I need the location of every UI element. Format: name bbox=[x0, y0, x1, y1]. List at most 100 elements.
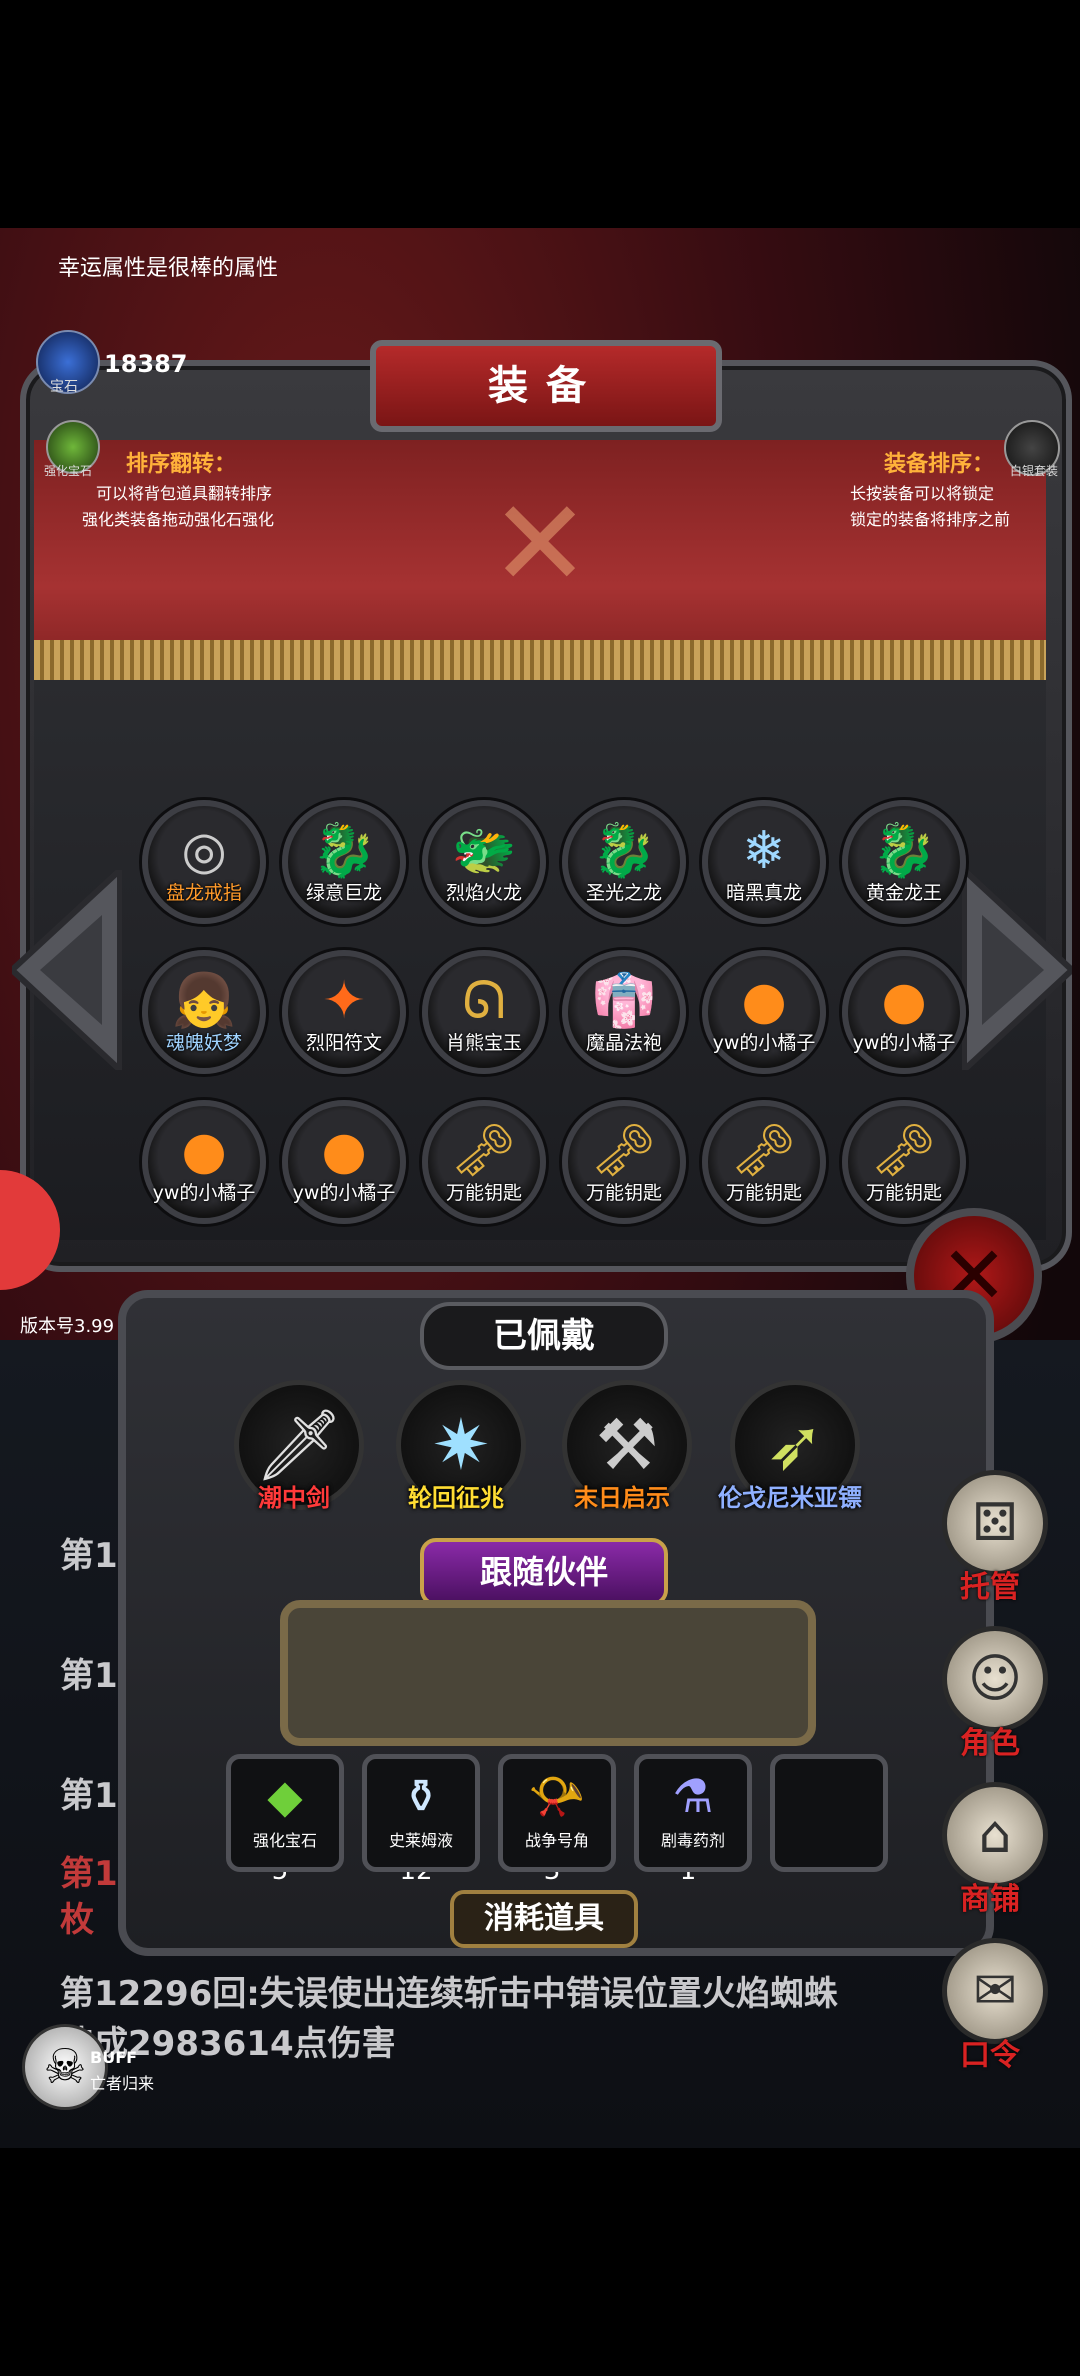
top-tip: 幸运属性是很棒的属性 bbox=[58, 256, 279, 281]
log-line-red: 枚 bbox=[60, 1900, 94, 1940]
equip-sort-hint: 长按装备可以将锁定 bbox=[850, 484, 995, 503]
inventory-item-label: yw的小橘子 bbox=[152, 1182, 256, 1204]
sort-flip-hint: 可以将背包道具翻转排序 bbox=[96, 484, 273, 503]
inventory-slot[interactable]: ✦ bbox=[282, 950, 406, 1074]
robe-icon: 👘 bbox=[591, 971, 657, 1031]
consumable-name: 剧毒药剂 bbox=[660, 1831, 725, 1850]
inventory-item-label: 万能钥匙 bbox=[865, 1182, 942, 1204]
inventory-slot[interactable]: ● bbox=[142, 1100, 266, 1224]
side-button-label[interactable]: 商铺 bbox=[942, 1874, 1038, 1918]
log-line: 第1 bbox=[60, 1536, 118, 1576]
equipped-item-label: 伦戈尼米亚镖 bbox=[718, 1484, 862, 1512]
left-icon-label: 强化宝石 bbox=[44, 464, 93, 478]
equip-sort-title[interactable]: 装备排序： bbox=[884, 446, 994, 478]
ice-dragon-icon: ❄ bbox=[742, 821, 786, 881]
ring-icon: ◎ bbox=[181, 821, 227, 881]
inventory-slot[interactable]: 🐉 bbox=[842, 800, 966, 924]
jade-necklace-icon: ᘏ bbox=[462, 971, 506, 1031]
panel-title: 装备 bbox=[370, 340, 722, 432]
inventory-slot[interactable]: 🗝 bbox=[562, 1100, 686, 1224]
inventory-item-label: yw的小橘子 bbox=[292, 1182, 396, 1204]
empty-slot[interactable] bbox=[770, 1754, 888, 1872]
shop-icon[interactable]: ⌂ bbox=[942, 1782, 1048, 1888]
orange-icon: ● bbox=[741, 971, 787, 1031]
consumables-title: 消耗道具 bbox=[450, 1890, 638, 1948]
crossed-swords-icon: ✕ bbox=[489, 475, 591, 614]
inventory-slot[interactable]: ● bbox=[702, 950, 826, 1074]
inventory-slot[interactable]: 🗝 bbox=[422, 1100, 546, 1224]
orange-icon: ● bbox=[321, 1121, 367, 1181]
inventory-slot[interactable]: ᘏ bbox=[422, 950, 546, 1074]
dice-icon[interactable]: ⚄ bbox=[942, 1470, 1048, 1576]
consumable-name: 史莱姆液 bbox=[388, 1831, 453, 1850]
inventory-item-label: 黄金龙王 bbox=[865, 882, 942, 904]
companion-slot[interactable] bbox=[280, 1600, 816, 1746]
inventory-item-label: 盘龙戒指 bbox=[165, 882, 242, 904]
consumable-name: 战争号角 bbox=[524, 1831, 589, 1850]
key-icon: 🗝 bbox=[870, 1121, 937, 1181]
currency-count: 18387 bbox=[104, 350, 188, 378]
key-icon: 🗝 bbox=[590, 1121, 657, 1181]
green-dragon-icon: 🐉 bbox=[311, 821, 377, 881]
skull-icon[interactable]: ☠ bbox=[22, 2024, 108, 2110]
consumable-slot[interactable]: ◆ 强化宝石 bbox=[226, 1754, 344, 1872]
inventory-slot[interactable]: 👘 bbox=[562, 950, 686, 1074]
inventory-item-label: 烈阳符文 bbox=[305, 1032, 382, 1054]
side-button-label[interactable]: 口令 bbox=[942, 2030, 1038, 2074]
rune-icon: ✦ bbox=[322, 971, 366, 1031]
orange-icon: ● bbox=[181, 1121, 227, 1181]
equipped-title: 已佩戴 bbox=[420, 1302, 668, 1370]
inventory-item-label: 肖熊宝玉 bbox=[445, 1032, 522, 1054]
consumable-slot[interactable]: ⚱ 史莱姆液 bbox=[362, 1754, 480, 1872]
red-dragon-icon: 🐲 bbox=[451, 821, 517, 881]
side-button-label[interactable]: 角色 bbox=[942, 1718, 1038, 1762]
golden-dragon-king-icon: 🐉 bbox=[871, 821, 937, 881]
companion-title: 跟随伙伴 bbox=[420, 1538, 668, 1606]
inventory-slot[interactable]: ● bbox=[842, 950, 966, 1074]
log-line: 第12296回:失误使出连续斩击中错误位置火焰蜘蛛 bbox=[60, 1974, 838, 2014]
inventory-slot[interactable]: ● bbox=[282, 1100, 406, 1224]
inventory-slot[interactable]: 🐲 bbox=[422, 800, 546, 924]
scroll-icon[interactable]: ✉ bbox=[942, 1938, 1048, 2044]
version-label: 版本号3.99 bbox=[20, 1316, 115, 1337]
inventory-slot[interactable]: ◎ bbox=[142, 800, 266, 924]
gold-dragon-icon: 🐉 bbox=[591, 821, 657, 881]
log-line-red: 第1 bbox=[60, 1854, 118, 1894]
inventory-item-label: yw的小橘子 bbox=[852, 1032, 956, 1054]
sort-flip-title[interactable]: 排序翻转： bbox=[126, 446, 236, 478]
potion-icon: ⚱ bbox=[401, 1769, 441, 1823]
key-icon: 🗝 bbox=[730, 1121, 797, 1181]
inventory-slot[interactable]: 🗝 bbox=[702, 1100, 826, 1224]
inventory-slot[interactable]: 🐉 bbox=[562, 800, 686, 924]
prev-page-arrow-icon[interactable] bbox=[12, 870, 122, 1070]
inventory-item-label: 魔晶法袍 bbox=[585, 1032, 662, 1054]
inventory-slot[interactable]: 🐉 bbox=[282, 800, 406, 924]
buff-label: BUFF bbox=[90, 2048, 138, 2067]
buff-sub: 亡者归来 bbox=[90, 2074, 155, 2093]
inventory-item-label: 万能钥匙 bbox=[725, 1182, 802, 1204]
inventory-item-label: 万能钥匙 bbox=[445, 1182, 522, 1204]
equip-sort-hint: 锁定的装备将排序之前 bbox=[850, 510, 1011, 529]
inventory-item-label: 圣光之龙 bbox=[585, 882, 662, 904]
spirit-girl-icon: 👧 bbox=[171, 971, 237, 1031]
inventory-item-label: 暗黑真龙 bbox=[725, 882, 802, 904]
key-icon: 🗝 bbox=[450, 1121, 517, 1181]
orange-icon: ● bbox=[881, 971, 927, 1031]
inventory-slot[interactable]: ❄ bbox=[702, 800, 826, 924]
horn-icon: 📯 bbox=[528, 1769, 586, 1823]
side-button-label[interactable]: 托管 bbox=[942, 1562, 1038, 1606]
green-gem-icon: ◆ bbox=[267, 1769, 303, 1823]
character-icon[interactable]: ☺ bbox=[942, 1626, 1048, 1732]
consumable-slot[interactable]: ⚗ 剧毒药剂 bbox=[634, 1754, 752, 1872]
sort-flip-hint: 强化类装备拖动强化石强化 bbox=[82, 510, 275, 529]
consumable-name: 强化宝石 bbox=[252, 1831, 317, 1850]
poison-flask-icon: ⚗ bbox=[672, 1769, 714, 1823]
inventory-slot[interactable]: 👧 bbox=[142, 950, 266, 1074]
inventory-slot[interactable]: 🗝 bbox=[842, 1100, 966, 1224]
right-icon-label: 白银套装 bbox=[1010, 464, 1059, 478]
inventory-item-label: 绿意巨龙 bbox=[305, 882, 382, 904]
inventory-item-label: 魂魄妖梦 bbox=[165, 1032, 242, 1054]
inventory-item-label: yw的小橘子 bbox=[712, 1032, 816, 1054]
consumable-slot[interactable]: 📯 战争号角 bbox=[498, 1754, 616, 1872]
inventory-item-label: 万能钥匙 bbox=[585, 1182, 662, 1204]
